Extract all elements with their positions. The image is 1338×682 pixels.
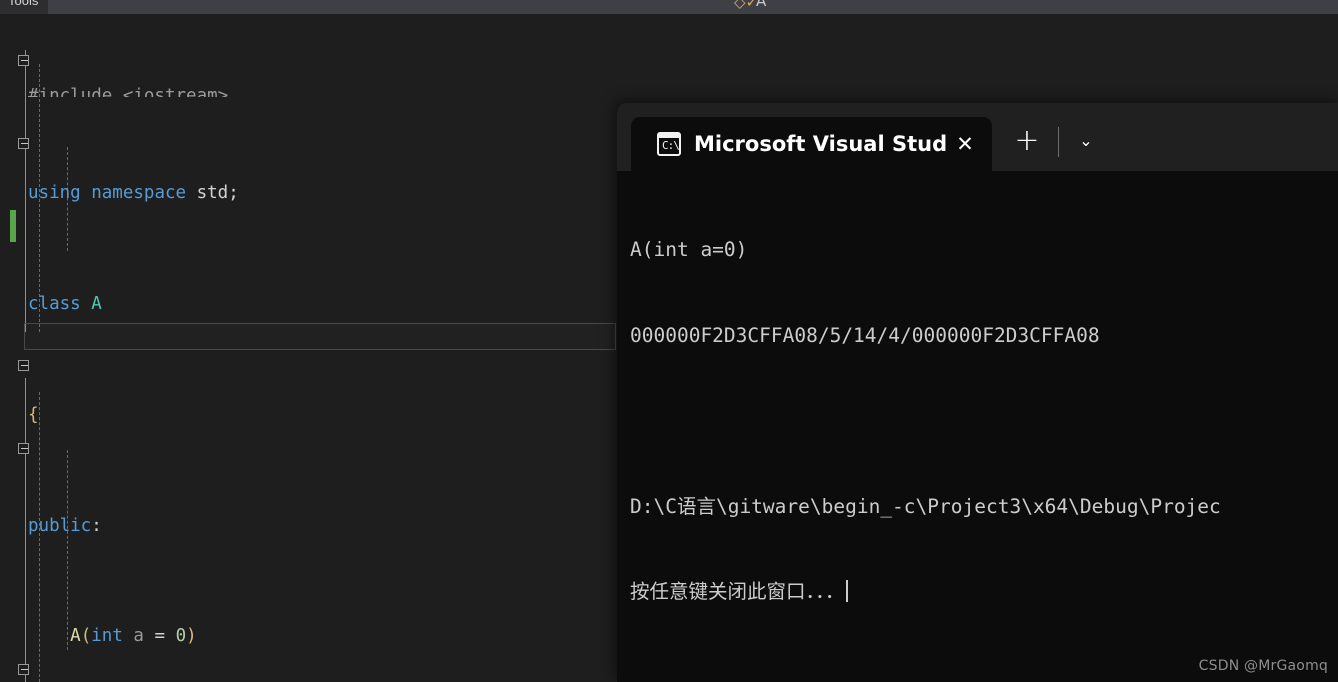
screen-root: Tools ◇✓ A #include <iostream> using nam… [0, 0, 1338, 682]
terminal-output[interactable]: A(int a=0) 000000F2D3CFFA08/5/14/4/00000… [617, 171, 1338, 682]
toolbar-divider [1058, 127, 1059, 157]
chevron-down-icon[interactable]: ⌄ [1069, 127, 1103, 157]
console-icon: C:\ [657, 132, 681, 156]
letter-a-icon: A [756, 0, 767, 10]
terminal-titlebar[interactable]: C:\ Microsoft Visual Stud ✕ + ⌄ [617, 103, 1338, 171]
terminal-output-line: 000000F2D3CFFA08/5/14/4/000000F2D3CFFA08 [630, 323, 1100, 347]
include-directive-text: #include <iostream> [28, 86, 229, 98]
terminal-output-path: D:\C语言\gitware\begin_-c\Project3\x64\Deb… [630, 494, 1221, 518]
watermark: CSDN @MrGaomq [1198, 658, 1328, 674]
terminal-tab[interactable]: C:\ Microsoft Visual Stud ✕ [631, 117, 992, 171]
code-line-include: #include <iostream> [0, 83, 1338, 97]
console-icon-prompt: C:\ [662, 139, 680, 152]
ide-tab-secondary[interactable]: ◇✓ A [712, 0, 802, 14]
close-icon[interactable]: ✕ [950, 129, 980, 159]
terminal-output-line: A(int a=0) [630, 238, 748, 261]
new-tab-button[interactable]: + [1009, 124, 1045, 160]
terminal-window[interactable]: C:\ Microsoft Visual Stud ✕ + ⌄ A(int a=… [617, 103, 1338, 682]
ide-tab-tools[interactable]: Tools [0, 0, 49, 14]
terminal-output-prompt: 按任意键关闭此窗口．．． [630, 580, 845, 603]
checkmark-icon: ◇✓ [734, 0, 759, 11]
text-cursor [845, 580, 848, 602]
terminal-output-prompt-wrap: 按任意键关闭此窗口．．． [630, 578, 1338, 607]
ide-tab-tools-label: Tools [8, 0, 39, 8]
terminal-tab-title: Microsoft Visual Stud [694, 132, 948, 156]
terminal-output-blank [630, 407, 1338, 436]
ide-tab-strip: Tools ◇✓ A [0, 0, 1338, 14]
